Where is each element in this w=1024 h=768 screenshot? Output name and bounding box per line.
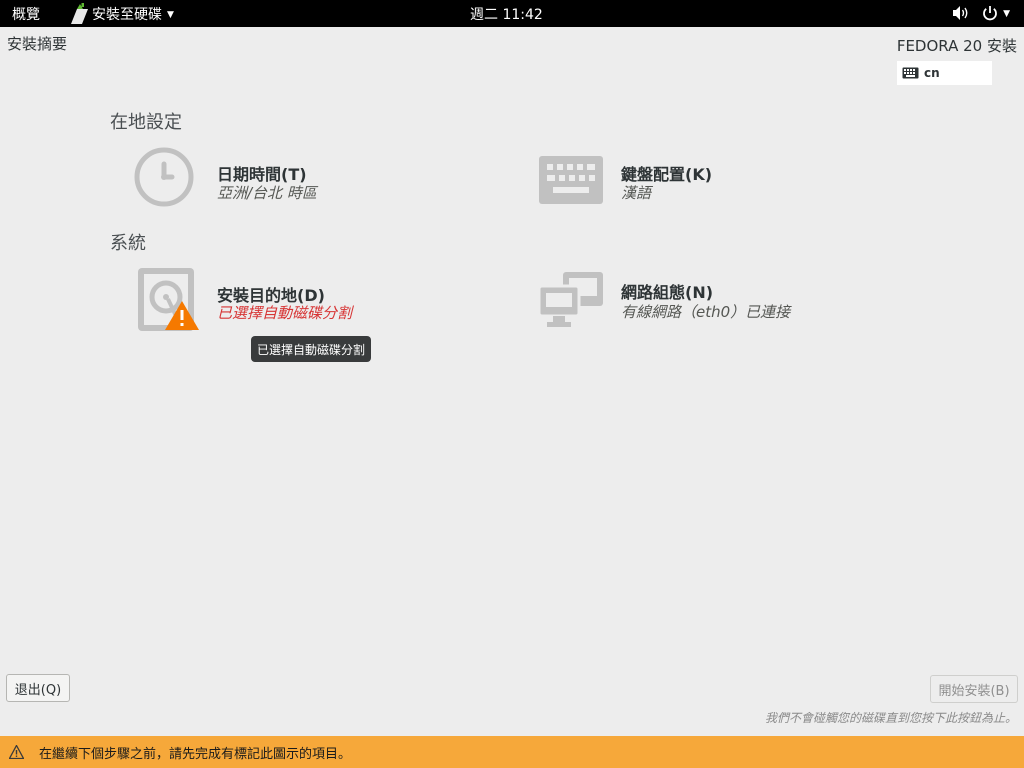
spoke-network-title: 網路組態(N) [621,283,714,302]
clock[interactable]: 週二 11:42 [470,4,543,24]
system-menu[interactable]: ▼ [952,5,1012,21]
keyboard-icon [902,67,919,79]
disk-note: 我們不會碰觸您的磁碟直到您按下此按鈕為止。 [764,711,1017,725]
volume-icon [953,6,968,20]
begin-installation-button[interactable]: 開始安裝(B) [930,675,1018,703]
spoke-keyboard[interactable]: 鍵盤配置(K) 漢語 [539,156,799,206]
quit-button[interactable]: 退出(Q) [6,674,70,702]
harddisk-icon [138,268,199,331]
spoke-network[interactable]: 網路組態(N) 有線網路（eth0）已連接 [539,272,839,328]
spoke-network-status: 有線網路（eth0）已連接 [621,303,791,321]
warning-bar: 在繼續下個步驟之前，請先完成有標記此圖示的項目。 [0,736,1024,768]
chevron-down-icon: ▼ [167,10,174,20]
spoke-storage-status: 已選擇自動磁碟分割 [217,304,353,322]
product-title: FEDORA 20 安裝 [896,37,1017,55]
tooltip: 已選擇自動磁碟分割 [251,336,372,362]
spoke-storage[interactable]: 安裝目的地(D) 已選擇自動磁碟分割 [138,268,398,332]
power-icon [983,6,997,21]
warning-message: 在繼續下個步驟之前，請先完成有標記此圖示的項目。 [39,746,352,762]
warning-icon [9,745,24,759]
app-menu[interactable]: 安裝至硬碟 ▼ [68,0,174,27]
page-title: 安裝摘要 [7,35,68,53]
keyboard-layout-indicator[interactable]: cn [897,61,992,85]
network-icon [539,272,603,327]
spoke-datetime-status: 亞洲/台北 時區 [217,184,317,202]
spoke-keyboard-status: 漢語 [621,184,652,202]
keyboard-layout-label: cn [924,66,940,80]
spoke-datetime[interactable]: 日期時間(T) 亞洲/台北 時區 [134,147,394,211]
category-system: 系統 [110,233,146,254]
clock-icon [134,147,194,207]
app-name: 安裝至硬碟 [92,6,162,23]
installer-app-icon [71,2,88,24]
keyboard-icon [539,156,603,204]
top-bar: 概覽 安裝至硬碟 ▼ 週二 11:42 ▼ [0,0,1024,27]
chevron-down-icon: ▼ [1003,9,1010,19]
category-localization: 在地設定 [110,112,182,133]
activities-button[interactable]: 概覽 [12,4,40,24]
